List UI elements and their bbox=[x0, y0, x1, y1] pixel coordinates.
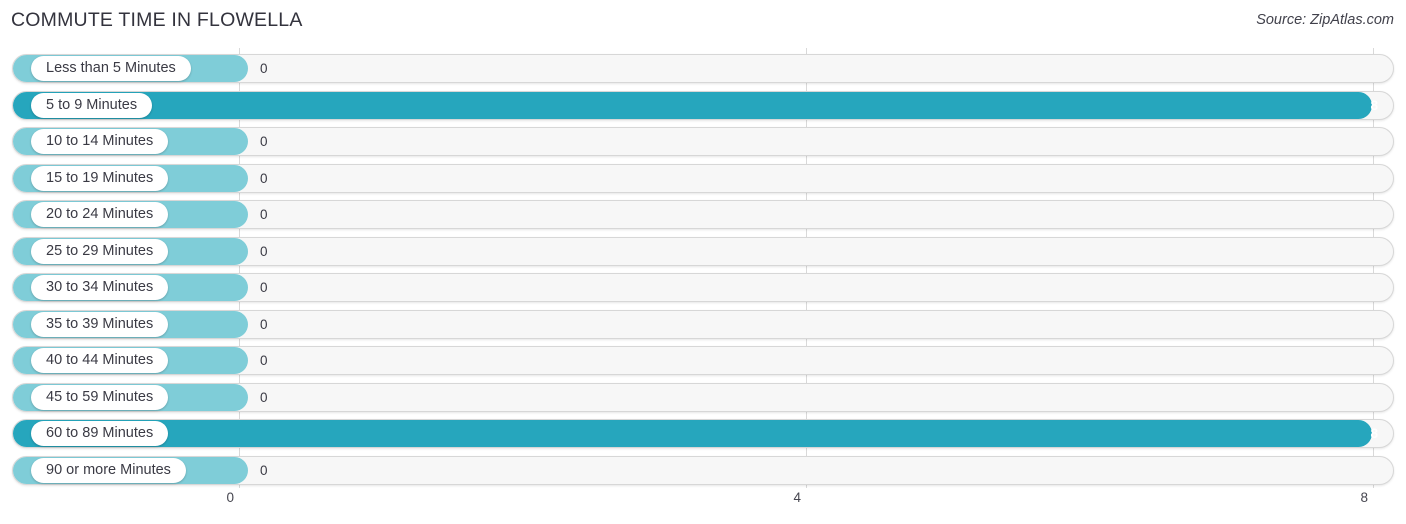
bar-label-capsule: 40 to 44 Minutes bbox=[31, 348, 169, 373]
bar-row[interactable]: 40 to 44 Minutes 0 bbox=[12, 346, 1394, 375]
bar-label-capsule: 15 to 19 Minutes bbox=[31, 165, 169, 191]
bar-value: 0 bbox=[260, 61, 268, 76]
bar-label-capsule: 45 to 59 Minutes bbox=[31, 384, 169, 410]
bar-label-capsule: 25 to 29 Minutes bbox=[31, 238, 169, 264]
bar-label: 45 to 59 Minutes bbox=[46, 388, 154, 405]
bar-label: Less than 5 Minutes bbox=[46, 60, 176, 77]
bar-value: 0 bbox=[260, 316, 268, 332]
bar-row[interactable]: 5 to 9 Minutes 8 bbox=[12, 90, 1394, 120]
bar-label-capsule: 10 to 14 Minutes bbox=[31, 129, 169, 154]
bar-label: 10 to 14 Minutes bbox=[46, 133, 154, 150]
bar-value: 0 bbox=[260, 170, 268, 186]
bar-label: 20 to 24 Minutes bbox=[46, 206, 154, 223]
bar-label: 60 to 89 Minutes bbox=[46, 425, 154, 442]
bar-row[interactable]: 25 to 29 Minutes 0 bbox=[12, 236, 1394, 266]
bar-label-capsule: 35 to 39 Minutes bbox=[31, 311, 169, 337]
bar-row[interactable]: Less than 5 Minutes 0 bbox=[12, 54, 1394, 83]
bar-value: 0 bbox=[260, 353, 268, 368]
chart-plot-area: Less than 5 Minutes 0 5 to 9 Minutes 8 10 to… bbox=[0, 48, 1406, 488]
bar-value: 0 bbox=[260, 207, 268, 222]
page-title: COMMUTE TIME IN FLOWELLA bbox=[11, 9, 303, 31]
bar-row[interactable]: 30 to 34 Minutes 0 bbox=[12, 273, 1394, 302]
chart-header: COMMUTE TIME IN FLOWELLA Source: ZipAtla… bbox=[0, 0, 1406, 44]
bar-label-capsule: 60 to 89 Minutes bbox=[31, 421, 169, 446]
x-axis: 0 4 8 bbox=[0, 488, 1406, 524]
bar-value: 0 bbox=[260, 389, 268, 405]
x-axis-tick-label: 8 bbox=[1360, 490, 1368, 505]
bar-value: 8 bbox=[1370, 97, 1378, 113]
bar-label: 35 to 39 Minutes bbox=[46, 315, 154, 332]
bar-value: 0 bbox=[260, 243, 268, 259]
bar-row[interactable]: 15 to 19 Minutes 0 bbox=[12, 163, 1394, 193]
bar-label-capsule: 5 to 9 Minutes bbox=[31, 92, 153, 118]
bar-row[interactable]: 20 to 24 Minutes 0 bbox=[12, 200, 1394, 229]
bar-row[interactable]: 60 to 89 Minutes 8 bbox=[12, 419, 1394, 448]
bar-label: 90 or more Minutes bbox=[46, 461, 171, 478]
x-axis-tick-label: 4 bbox=[793, 490, 801, 505]
bar-row[interactable]: 90 or more Minutes 0 bbox=[12, 455, 1394, 485]
bar-fill bbox=[13, 420, 1372, 447]
bar-label: 40 to 44 Minutes bbox=[46, 352, 154, 369]
bar-fill bbox=[13, 91, 1372, 119]
bar-value: 0 bbox=[260, 134, 268, 149]
bar-value: 8 bbox=[1370, 426, 1378, 441]
x-axis-tick-label: 0 bbox=[226, 490, 234, 505]
source-attribution: Source: ZipAtlas.com bbox=[1256, 12, 1394, 28]
bar-label-capsule: 90 or more Minutes bbox=[31, 457, 186, 483]
bar-label: 15 to 19 Minutes bbox=[46, 169, 154, 186]
bar-value: 0 bbox=[260, 280, 268, 295]
bar-row[interactable]: 45 to 59 Minutes 0 bbox=[12, 382, 1394, 412]
bar-row[interactable]: 35 to 39 Minutes 0 bbox=[12, 309, 1394, 339]
bar-label-capsule: 30 to 34 Minutes bbox=[31, 275, 169, 300]
bar-label-capsule: 20 to 24 Minutes bbox=[31, 202, 169, 227]
bar-label-capsule: Less than 5 Minutes bbox=[31, 56, 191, 81]
bar-row[interactable]: 10 to 14 Minutes 0 bbox=[12, 127, 1394, 156]
bar-label: 5 to 9 Minutes bbox=[46, 96, 138, 113]
bar-value: 0 bbox=[260, 462, 268, 478]
bar-rows: Less than 5 Minutes 0 5 to 9 Minutes 8 10 to… bbox=[0, 48, 1406, 488]
bar-label: 25 to 29 Minutes bbox=[46, 242, 154, 259]
bar-label: 30 to 34 Minutes bbox=[46, 279, 154, 296]
